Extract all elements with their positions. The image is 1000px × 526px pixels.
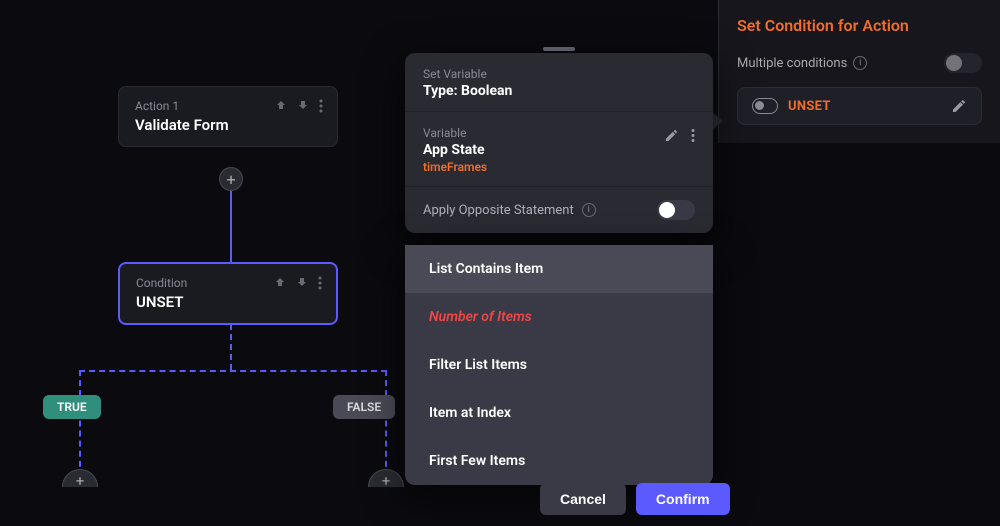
condition-card[interactable]: Condition UNSET (118, 262, 338, 325)
action-card-title: Validate Form (135, 116, 321, 134)
set-variable-label: Set Variable (423, 67, 695, 81)
info-icon[interactable]: i (582, 203, 596, 217)
condition-chip[interactable]: UNSET (737, 87, 982, 125)
arrow-down-icon[interactable] (296, 276, 308, 288)
multiple-conditions-label: Multiple conditions (737, 56, 847, 71)
more-vertical-icon[interactable] (318, 276, 322, 290)
set-variable-title: Type: Boolean (423, 83, 695, 99)
info-icon[interactable]: i (853, 56, 867, 70)
condition-card-title: UNSET (136, 293, 320, 311)
variable-field: timeFrames (423, 160, 487, 174)
condition-chip-value: UNSET (788, 99, 831, 114)
add-step-button[interactable]: + (219, 167, 243, 191)
arrow-up-icon[interactable] (275, 99, 287, 111)
connector-line (230, 191, 232, 263)
dropdown-item[interactable]: List Contains Item (405, 245, 713, 293)
arrow-up-icon[interactable] (274, 276, 286, 288)
branch-label-true: TRUE (43, 395, 101, 419)
panel-title: Set Condition for Action (737, 16, 982, 35)
cancel-button[interactable]: Cancel (540, 483, 626, 515)
apply-opposite-toggle[interactable] (657, 200, 695, 220)
dropdown-item[interactable]: Number of Items (405, 293, 713, 341)
options-dropdown: List Contains Item Number of Items Filte… (405, 245, 713, 485)
more-vertical-icon[interactable] (691, 128, 695, 143)
branch-label-false: FALSE (333, 395, 395, 419)
variable-title: App State (423, 142, 487, 158)
edit-icon[interactable] (664, 128, 679, 143)
variable-label: Variable (423, 126, 487, 140)
toggle-icon (752, 98, 778, 114)
connector-dashed (79, 370, 387, 372)
more-vertical-icon[interactable] (319, 99, 323, 113)
connector-dashed (230, 324, 232, 370)
dropdown-item[interactable]: Filter List Items (405, 341, 713, 389)
arrow-down-icon[interactable] (297, 99, 309, 111)
add-branch-button[interactable] (62, 469, 98, 487)
apply-opposite-label: Apply Opposite Statement (423, 203, 574, 218)
popover-drag-handle[interactable] (543, 47, 575, 51)
multiple-conditions-toggle[interactable] (944, 53, 982, 73)
set-variable-popover: Set Variable Type: Boolean Variable App … (405, 53, 713, 233)
condition-panel: Set Condition for Action Multiple condit… (718, 0, 1000, 143)
add-branch-button[interactable] (368, 469, 404, 487)
action-card[interactable]: Action 1 Validate Form (118, 86, 338, 147)
edit-icon[interactable] (951, 98, 967, 114)
dropdown-item[interactable]: Item at Index (405, 389, 713, 437)
multiple-conditions-row: Multiple conditions i (737, 53, 982, 73)
dropdown-item[interactable]: First Few Items (405, 437, 713, 485)
confirm-button[interactable]: Confirm (636, 483, 730, 515)
